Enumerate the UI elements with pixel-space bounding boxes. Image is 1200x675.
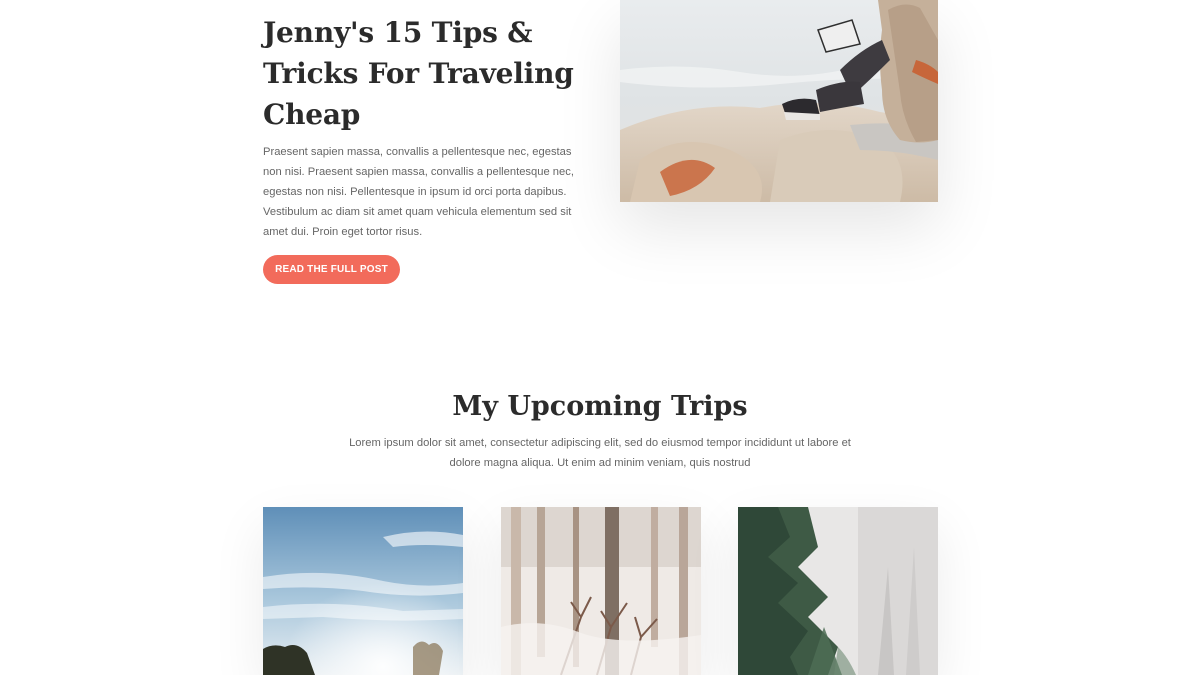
trip-card-birch-forest[interactable] (501, 507, 701, 675)
section-title: My Upcoming Trips (452, 391, 748, 422)
post-excerpt: Praesent sapien massa, convallis a pelle… (263, 146, 574, 238)
trip-card-misty-forest[interactable] (738, 507, 938, 675)
trip-card-sky[interactable] (263, 507, 463, 675)
post-image-woman-on-rocks[interactable] (620, 0, 938, 202)
photo-illustration (620, 0, 938, 202)
trip-photo-sky (263, 507, 463, 675)
trip-photo-birch-forest (501, 507, 701, 675)
read-full-post-button[interactable]: READ THE FULL POST (263, 255, 400, 284)
post-title: Jenny's 15 Tips & Tricks For Traveling C… (263, 16, 574, 131)
section-description: Lorem ipsum dolor sit amet, consectetur … (349, 437, 851, 469)
trip-photo-misty-forest (738, 507, 938, 675)
